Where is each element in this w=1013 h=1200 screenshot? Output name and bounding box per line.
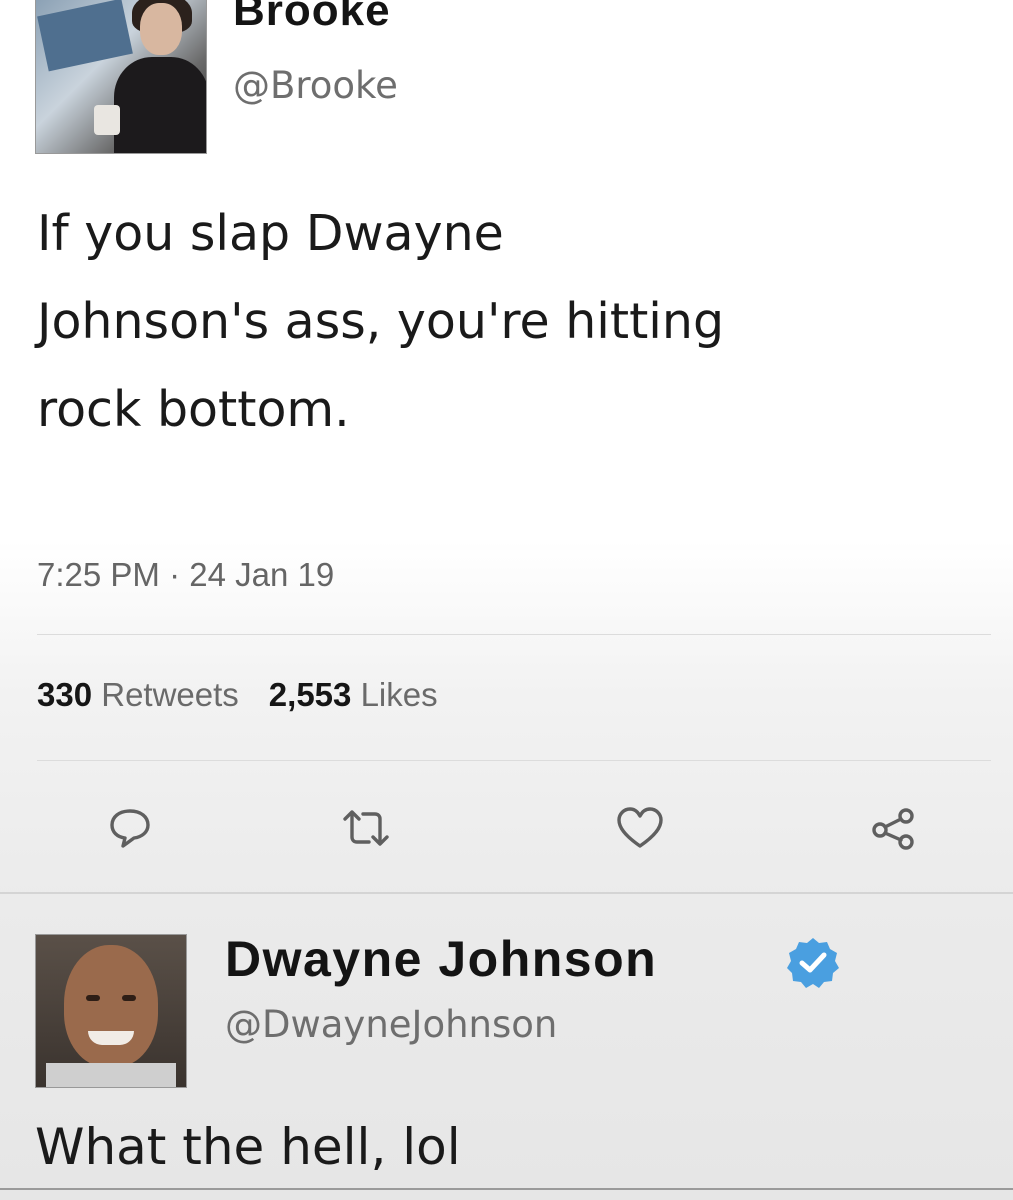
reply-text: What the hell, lol (35, 1118, 461, 1176)
tweet-text-line: If you slap Dwayne (37, 205, 504, 262)
share-icon (872, 808, 914, 850)
tweet-author-handle[interactable]: @Brooke (233, 64, 398, 107)
retweet-count-link[interactable]: 330 Retweets (37, 676, 239, 713)
like-label: Likes (360, 676, 438, 713)
speech-bubble-icon (110, 809, 150, 848)
retweet-label: Retweets (101, 676, 239, 713)
avatar-face (140, 3, 182, 55)
tweet-text: If you slap Dwayne Johnson's ass, you're… (37, 190, 987, 454)
tweet-text-line: rock bottom. (37, 381, 350, 438)
divider (37, 760, 991, 761)
divider (0, 1188, 1013, 1190)
verified-badge-icon (787, 938, 839, 988)
avatar-head (64, 945, 158, 1067)
like-button[interactable] (610, 798, 670, 858)
share-button[interactable] (864, 798, 924, 858)
tweet-stats: 330 Retweets 2,553 Likes (37, 676, 438, 714)
heart-icon (617, 807, 663, 848)
tweet-timestamp[interactable]: 7:25 PM · 24 Jan 19 (37, 556, 334, 594)
reply-button[interactable] (100, 798, 160, 858)
tweet-text-line: Johnson's ass, you're hitting (37, 293, 725, 350)
like-count-link[interactable]: 2,553 Likes (269, 676, 438, 713)
brooke-avatar[interactable] (35, 0, 207, 154)
avatar-eye (86, 995, 100, 1001)
tweet-author-name[interactable]: Brooke (233, 0, 391, 36)
section-divider (0, 892, 1013, 894)
divider (37, 634, 991, 635)
reply-author-handle[interactable]: @DwayneJohnson (225, 1003, 557, 1046)
retweet-count: 330 (37, 676, 93, 713)
like-count: 2,553 (268, 676, 352, 713)
avatar-collar (46, 1063, 176, 1087)
retweet-icon (343, 810, 389, 846)
avatar-coat (114, 57, 206, 153)
avatar-cup (94, 105, 120, 135)
dwayne-avatar[interactable] (35, 934, 187, 1088)
avatar-eye (122, 995, 136, 1001)
avatar-smile (88, 1031, 134, 1045)
avatar-background-sign (37, 0, 133, 72)
retweet-button[interactable] (336, 798, 396, 858)
reply-author-name[interactable]: Dwayne Johnson (225, 930, 657, 988)
